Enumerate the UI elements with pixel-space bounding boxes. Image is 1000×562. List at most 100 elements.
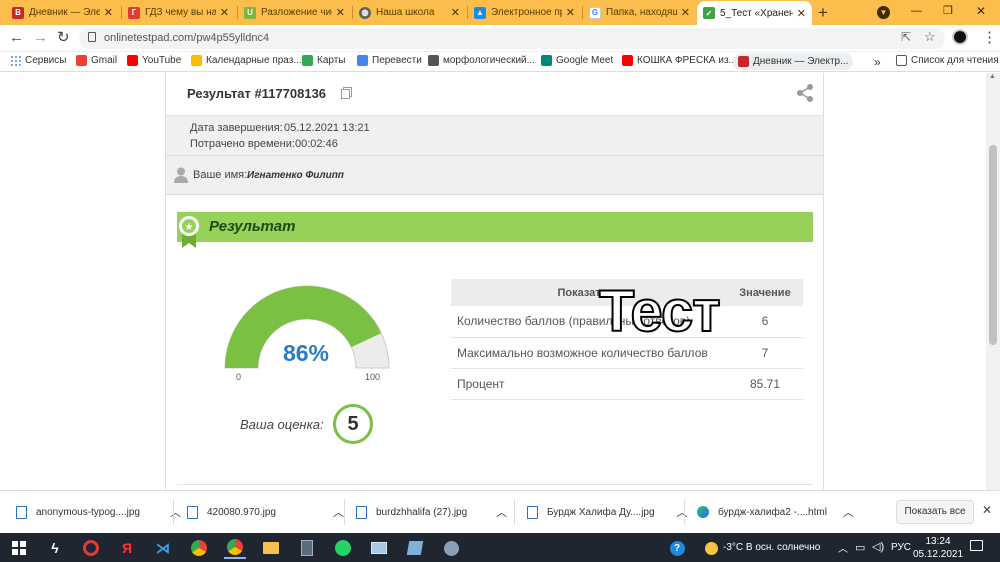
row-value: 6 xyxy=(727,306,803,338)
download-item[interactable]: бурдж-халифа2 -....html ︿ xyxy=(697,501,854,523)
scroll-up-icon[interactable]: ▲ xyxy=(989,73,996,80)
show-all-button[interactable]: Показать все xyxy=(896,500,974,524)
download-item[interactable]: 420080.970.jpg ︿ xyxy=(187,501,344,523)
maximize-button[interactable]: ❐ xyxy=(943,4,953,17)
file-explorer-icon[interactable] xyxy=(260,537,282,559)
url-text[interactable]: onlinetestpad.com/pw4p55ylldnc4 xyxy=(104,32,269,44)
chevron-up-icon[interactable]: ︿ xyxy=(333,504,344,520)
lock-icon[interactable] xyxy=(88,32,96,42)
address-bar[interactable]: onlinetestpad.com/pw4p55ylldnc4 ⇱ ☆ xyxy=(79,28,945,49)
browser-tab-5[interactable]: ▲ Электронное пр ✕ xyxy=(468,2,581,23)
close-icon[interactable]: ✕ xyxy=(104,6,113,19)
tab-title: Дневник — Элек xyxy=(29,7,100,18)
vscode-icon[interactable]: ⋊ xyxy=(152,537,174,559)
browser-tab-2[interactable]: Г ГДЗ чему вы нау ✕ xyxy=(122,2,235,23)
chevron-up-icon[interactable]: ︿ xyxy=(843,504,854,520)
lightning-app-icon[interactable]: ϟ xyxy=(44,537,66,559)
bookmark-translate[interactable]: Перевести xyxy=(357,55,422,66)
close-icon[interactable]: ✕ xyxy=(451,6,460,19)
more-bookmarks-icon[interactable]: » xyxy=(874,55,881,69)
close-downloads-icon[interactable]: ✕ xyxy=(982,503,992,517)
star-icon[interactable]: ☆ xyxy=(924,29,936,45)
language-indicator[interactable]: РУС xyxy=(891,542,911,553)
page-scrollbar[interactable]: ▲ xyxy=(986,73,1000,490)
diary-favicon-icon xyxy=(738,56,749,67)
weather-text[interactable]: -3°C В осн. солнечно xyxy=(723,542,820,553)
whatsapp-icon[interactable] xyxy=(332,537,354,559)
bookmark-calendar[interactable]: Календарные праз... xyxy=(191,55,302,66)
download-filename: burdzhhalifa (27).jpg xyxy=(376,506,468,518)
globe-icon: ◍ xyxy=(359,6,371,19)
browser-tab-active[interactable]: ✓ 5_Тест «Хранени ✕ xyxy=(697,1,812,25)
scrollbar-thumb[interactable] xyxy=(989,145,997,345)
notifications-icon[interactable] xyxy=(970,540,983,551)
apps-grid-icon xyxy=(10,55,21,66)
calculator-icon[interactable] xyxy=(296,537,318,559)
browser-tab-1[interactable]: В Дневник — Элек ✕ xyxy=(6,2,119,23)
gauge-percent: 86% xyxy=(282,340,330,366)
chevron-up-icon[interactable]: ︿ xyxy=(677,504,688,520)
tab-title: 5_Тест «Хранени xyxy=(720,7,793,19)
download-filename: Бурдж Халифа Ду....jpg xyxy=(547,506,655,518)
new-tab-button[interactable]: + xyxy=(818,3,828,23)
download-filename: anonymous-typog....jpg xyxy=(36,506,140,518)
copy-icon[interactable] xyxy=(341,89,350,99)
download-item[interactable]: Бурдж Халифа Ду....jpg ︿ xyxy=(527,501,688,523)
close-icon[interactable]: ✕ xyxy=(220,6,229,19)
google-favicon-icon: G xyxy=(589,6,601,19)
opera-icon[interactable] xyxy=(80,537,102,559)
browser-tab-4[interactable]: ◍ Наша школа ✕ xyxy=(353,2,466,23)
bookmark-youtube[interactable]: YouTube xyxy=(127,55,181,66)
menu-dots-icon[interactable]: ⋮ xyxy=(982,28,997,46)
reload-icon[interactable]: ↻ xyxy=(57,28,70,46)
weather-sun-icon[interactable] xyxy=(700,537,722,559)
tray-chevron-icon[interactable]: ︿ xyxy=(838,540,848,555)
tab-title: Наша школа xyxy=(376,7,435,18)
profile-avatar[interactable] xyxy=(952,29,968,45)
computer-icon[interactable] xyxy=(368,537,390,559)
bookmark-morph[interactable]: морфологический... xyxy=(428,55,535,66)
bookmark-label: YouTube xyxy=(142,55,182,66)
reading-list-button[interactable]: Список для чтения xyxy=(896,55,999,66)
share-page-icon[interactable]: ⇱ xyxy=(901,30,911,44)
browser-tab-6[interactable]: G Папка, находящ ✕ xyxy=(583,2,696,23)
clock-date[interactable]: 05.12.2021 xyxy=(912,549,964,560)
info-panel: Дата завершения: 05.12.2021 13:21 Потрач… xyxy=(166,115,823,155)
banner-title: Результат xyxy=(209,218,296,235)
bookmark-gmail[interactable]: Gmail xyxy=(76,55,117,66)
close-icon[interactable]: ✕ xyxy=(566,6,575,19)
close-icon[interactable]: ✕ xyxy=(797,7,806,20)
close-window-button[interactable]: ✕ xyxy=(976,4,986,18)
bookmark-meet[interactable]: Google Meet xyxy=(541,55,613,66)
share-icon[interactable] xyxy=(795,83,815,103)
notebook-icon[interactable] xyxy=(404,537,426,559)
chevron-up-icon[interactable]: ︿ xyxy=(170,504,181,520)
browser-tab-3[interactable]: U Разложение чис ✕ xyxy=(238,2,351,23)
download-item[interactable]: burdzhhalifa (27).jpg ︿ xyxy=(356,501,507,523)
disc-app-icon[interactable] xyxy=(440,537,462,559)
forward-arrow-icon[interactable]: → xyxy=(33,29,48,46)
image-file-icon xyxy=(527,505,538,519)
network-icon[interactable]: ▭ xyxy=(855,541,865,554)
windows-start-icon[interactable] xyxy=(8,537,30,559)
close-icon[interactable]: ✕ xyxy=(336,6,345,19)
help-icon[interactable]: ? xyxy=(666,537,688,559)
volume-icon[interactable]: ◁) xyxy=(872,540,884,553)
back-arrow-icon[interactable]: ← xyxy=(9,29,24,46)
chrome-active-icon[interactable] xyxy=(224,537,246,559)
bookmark-diary[interactable]: Дневник — Электр... xyxy=(733,53,854,70)
close-icon[interactable]: ✕ xyxy=(681,6,690,19)
bookmark-maps[interactable]: Карты xyxy=(302,55,346,66)
minimize-button[interactable]: — xyxy=(911,5,922,17)
clock-time[interactable]: 13:24 xyxy=(918,536,958,547)
tab-search-icon[interactable]: ▼ xyxy=(877,6,890,19)
download-item[interactable]: anonymous-typog....jpg ︿ xyxy=(16,501,181,523)
yandex-icon[interactable]: Я xyxy=(116,537,138,559)
completed-label: Дата завершения: xyxy=(190,122,283,134)
bookmark-label: Google Meet xyxy=(556,55,614,66)
chrome-icon[interactable] xyxy=(188,537,210,559)
bookmark-apps[interactable]: Сервисы xyxy=(10,55,66,66)
chevron-up-icon[interactable]: ︿ xyxy=(496,504,507,520)
row-value: 7 xyxy=(727,337,803,369)
bookmark-youtube-cat[interactable]: КОШКА ФРЕСКА из... xyxy=(622,55,737,66)
